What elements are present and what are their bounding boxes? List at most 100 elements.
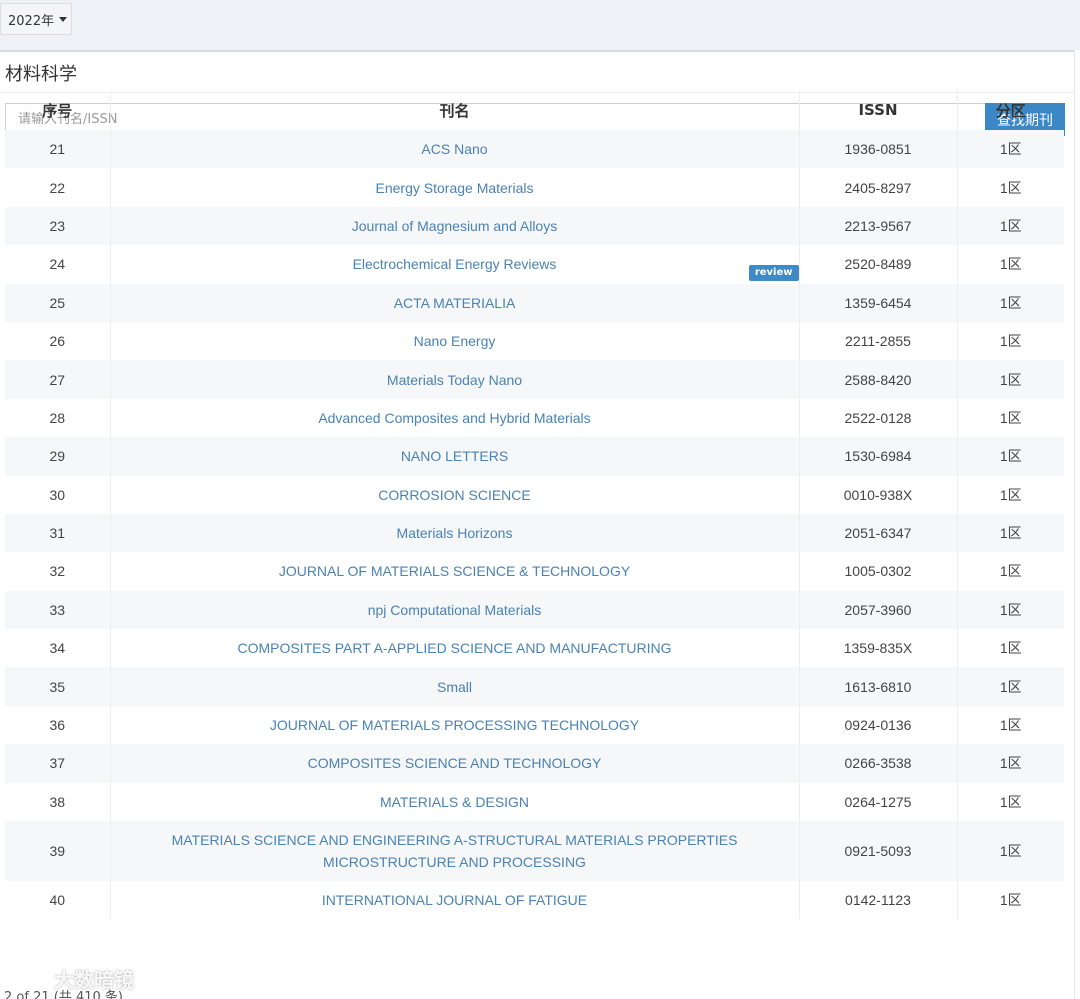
row-name-cell: Small (110, 667, 800, 706)
row-name-cell: npj Computational Materials (110, 590, 800, 630)
row-name-cell: ACS Nano (110, 130, 800, 169)
row-name-cell: COMPOSITES SCIENCE AND TECHNOLOGY (110, 744, 800, 783)
journal-link[interactable]: INTERNATIONAL JOURNAL OF FATIGUE (322, 892, 587, 908)
journal-link[interactable]: Nano Energy (414, 333, 496, 349)
table-row: 35 Small 1613-6810 1区 (5, 667, 1064, 706)
row-no: 40 (5, 881, 111, 920)
row-zone: 1区 (999, 256, 1022, 273)
row-no: 23 (5, 206, 111, 246)
row-zone: 1区 (999, 640, 1022, 657)
journal-link[interactable]: Electrochemical Energy Reviews (353, 256, 557, 272)
table-row: 29 NANO LETTERS 1530-6984 1区 (5, 437, 1064, 476)
row-issn: 2522-0128 (799, 398, 958, 438)
row-zone: 1区 (999, 179, 1022, 196)
journal-link[interactable]: MATERIALS SCIENCE AND ENGINEERING A-STRU… (172, 832, 738, 870)
row-name-cell: INTERNATIONAL JOURNAL OF FATIGUE (110, 881, 800, 920)
row-zone: 1区 (999, 486, 1022, 503)
journal-link[interactable]: NANO LETTERS (401, 448, 508, 464)
journal-link[interactable]: Materials Horizons (397, 525, 513, 541)
journal-link[interactable]: JOURNAL OF MATERIALS PROCESSING TECHNOLO… (270, 717, 639, 733)
row-issn: 0264-1275 (799, 782, 958, 822)
row-issn: 2405-8297 (799, 168, 958, 207)
journal-link[interactable]: Small (437, 679, 472, 695)
row-no: 36 (5, 705, 111, 745)
row-issn: 2051-6347 (799, 513, 958, 553)
row-no: 22 (5, 168, 111, 207)
table-row: 40 INTERNATIONAL JOURNAL OF FATIGUE 0142-1… (5, 881, 1064, 920)
row-no: 21 (5, 130, 111, 169)
row-name-cell: NANO LETTERS (110, 437, 800, 476)
table-row: 32 JOURNAL OF MATERIALS SCIENCE & TECHNOL… (5, 552, 1064, 591)
journal-link[interactable]: CORROSION SCIENCE (378, 487, 530, 503)
table-row: 38 MATERIALS & DESIGN 0264-1275 1区 (5, 782, 1064, 822)
row-zone: 1区 (999, 678, 1022, 695)
row-name-cell: JOURNAL OF MATERIALS SCIENCE & TECHNOLOG… (110, 552, 800, 591)
table-row: 27 Materials Today Nano 2588-8420 1区 (5, 360, 1064, 399)
row-issn: 1530-6984 (799, 437, 958, 476)
row-no: 32 (5, 552, 111, 591)
row-no: 27 (5, 360, 111, 399)
row-name-cell: ACTA MATERIALIA (110, 283, 800, 322)
row-name-cell: MATERIALS & DESIGN (110, 782, 800, 822)
journal-link[interactable]: npj Computational Materials (368, 602, 542, 618)
row-name-cell: Electrochemical Energy Reviews review (110, 245, 800, 284)
header-issn[interactable]: ISSN (799, 90, 958, 130)
row-issn: 1936-0851 (799, 130, 958, 169)
header-no[interactable]: 序号 (5, 90, 111, 130)
table-row: 28 Advanced Composites and Hybrid Materia… (5, 398, 1064, 438)
row-issn: 1613-6810 (799, 667, 958, 706)
row-no: 30 (5, 475, 111, 514)
table-row: 22 Energy Storage Materials 2405-8297 1区 (5, 168, 1064, 207)
row-issn: 0266-3538 (799, 744, 958, 783)
row-no: 37 (5, 744, 111, 783)
row-name-cell: Materials Horizons (110, 513, 800, 553)
table-row: 39 MATERIALS SCIENCE AND ENGINEERING A-ST… (5, 821, 1064, 882)
journal-link[interactable]: Journal of Magnesium and Alloys (352, 218, 557, 234)
journal-link[interactable]: COMPOSITES PART A-APPLIED SCIENCE AND MA… (237, 640, 671, 656)
row-no: 29 (5, 437, 111, 476)
row-name-cell: Energy Storage Materials (110, 168, 800, 207)
row-issn: 2211-2855 (799, 321, 958, 361)
header-name[interactable]: 刊名 (110, 90, 800, 130)
journal-table: 序号 刊名 ISSN 分区 21 ACS Nano 1936-0851 1区 22 Ene… (5, 90, 1064, 920)
row-no: 31 (5, 513, 111, 553)
row-no: 38 (5, 782, 111, 822)
header-zone[interactable]: 分区 (957, 90, 1064, 130)
journal-link[interactable]: Materials Today Nano (387, 372, 522, 388)
row-zone: 1区 (999, 755, 1022, 772)
table-row: 30 CORROSION SCIENCE 0010-938X 1区 (5, 475, 1064, 514)
journal-link[interactable]: Energy Storage Materials (376, 180, 534, 196)
row-zone: 1区 (999, 793, 1022, 810)
row-no: 25 (5, 283, 111, 322)
row-no: 28 (5, 398, 111, 438)
table-row: 23 Journal of Magnesium and Alloys 2213-95… (5, 206, 1064, 246)
row-zone: 1区 (999, 717, 1022, 734)
row-issn: 0921-5093 (799, 821, 958, 882)
journal-link[interactable]: MATERIALS & DESIGN (380, 794, 529, 810)
table-row: 37 COMPOSITES SCIENCE AND TECHNOLOGY 0266-… (5, 744, 1064, 783)
row-zone: 1区 (999, 371, 1022, 388)
caret-down-icon (59, 16, 68, 22)
row-name-cell: COMPOSITES PART A-APPLIED SCIENCE AND MA… (110, 629, 800, 668)
row-no: 35 (5, 667, 111, 706)
table-row: 26 Nano Energy 2211-2855 1区 (5, 321, 1064, 361)
table-row: 36 JOURNAL OF MATERIALS PROCESSING TECHNO… (5, 705, 1064, 745)
row-zone: 1区 (999, 409, 1022, 426)
row-zone: 1区 (999, 843, 1022, 860)
journal-link[interactable]: JOURNAL OF MATERIALS SCIENCE & TECHNOLOG… (279, 563, 630, 579)
journal-link[interactable]: ACS Nano (421, 141, 487, 157)
journal-link[interactable]: COMPOSITES SCIENCE AND TECHNOLOGY (308, 755, 602, 771)
row-issn: 1005-0302 (799, 552, 958, 591)
journal-link[interactable]: Advanced Composites and Hybrid Materials (318, 410, 590, 426)
row-zone: 1区 (999, 141, 1022, 158)
row-name-cell: Nano Energy (110, 321, 800, 361)
row-name-cell: CORROSION SCIENCE (110, 475, 800, 514)
journal-link[interactable]: ACTA MATERIALIA (394, 295, 516, 311)
year-dropdown[interactable]: 2022年 (0, 3, 72, 35)
table-row: 33 npj Computational Materials 2057-3960 1区 (5, 590, 1064, 630)
row-no: 24 (5, 245, 111, 284)
table-row: 25 ACTA MATERIALIA 1359-6454 1区 (5, 283, 1064, 322)
row-issn: 0010-938X (799, 475, 958, 514)
pagination-info: 2 of 21 (共 410 条) (4, 990, 123, 999)
row-issn: 0924-0136 (799, 705, 958, 745)
